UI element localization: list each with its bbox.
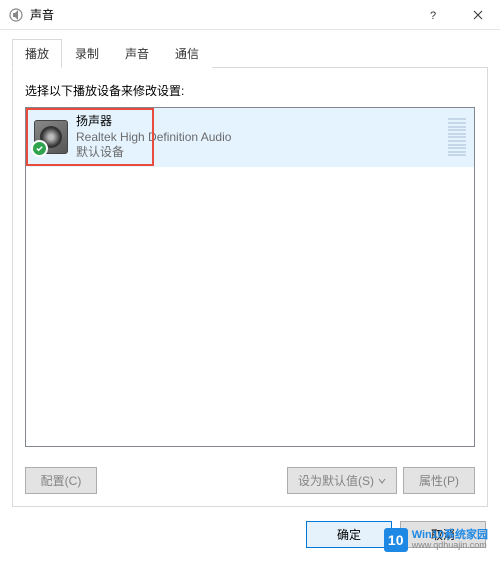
default-check-icon: [31, 140, 48, 157]
cancel-button[interactable]: 取消: [400, 521, 486, 548]
ok-button[interactable]: 确定: [306, 521, 392, 548]
titlebar: 声音 ?: [0, 0, 500, 30]
content-area: 播放 录制 声音 通信 选择以下播放设备来修改设置: 扬声器 Realtek: [0, 30, 500, 519]
chevron-down-icon: [378, 477, 386, 485]
device-list[interactable]: 扬声器 Realtek High Definition Audio 默认设备: [25, 107, 475, 447]
device-text: 扬声器 Realtek High Definition Audio 默认设备: [76, 114, 442, 161]
device-icon-wrap: [34, 120, 68, 154]
tab-sounds[interactable]: 声音: [112, 39, 162, 68]
device-driver: Realtek High Definition Audio: [76, 130, 442, 146]
tab-strip: 播放 录制 声音 通信: [12, 39, 488, 67]
close-button[interactable]: [455, 0, 500, 30]
sound-icon: [8, 7, 24, 23]
set-default-label: 设为默认值(S): [298, 472, 374, 489]
device-item-speakers[interactable]: 扬声器 Realtek High Definition Audio 默认设备: [26, 108, 474, 167]
level-meter: [448, 118, 466, 156]
properties-button[interactable]: 属性(P): [403, 467, 475, 494]
device-name: 扬声器: [76, 114, 442, 130]
configure-button[interactable]: 配置(C): [25, 467, 97, 494]
tab-panel-playback: 选择以下播放设备来修改设置: 扬声器 Realtek High Definiti…: [12, 67, 488, 507]
dialog-buttons: 确定 取消: [306, 521, 486, 548]
device-status: 默认设备: [76, 145, 442, 161]
tab-communications[interactable]: 通信: [162, 39, 212, 68]
instruction-text: 选择以下播放设备来修改设置:: [25, 82, 475, 99]
help-button[interactable]: ?: [410, 0, 455, 30]
svg-text:?: ?: [429, 10, 435, 20]
panel-buttons: 配置(C) 设为默认值(S) 属性(P): [25, 467, 475, 494]
set-default-button[interactable]: 设为默认值(S): [287, 467, 397, 494]
tab-recording[interactable]: 录制: [62, 39, 112, 68]
tab-playback[interactable]: 播放: [12, 39, 62, 68]
window-title: 声音: [30, 6, 54, 23]
